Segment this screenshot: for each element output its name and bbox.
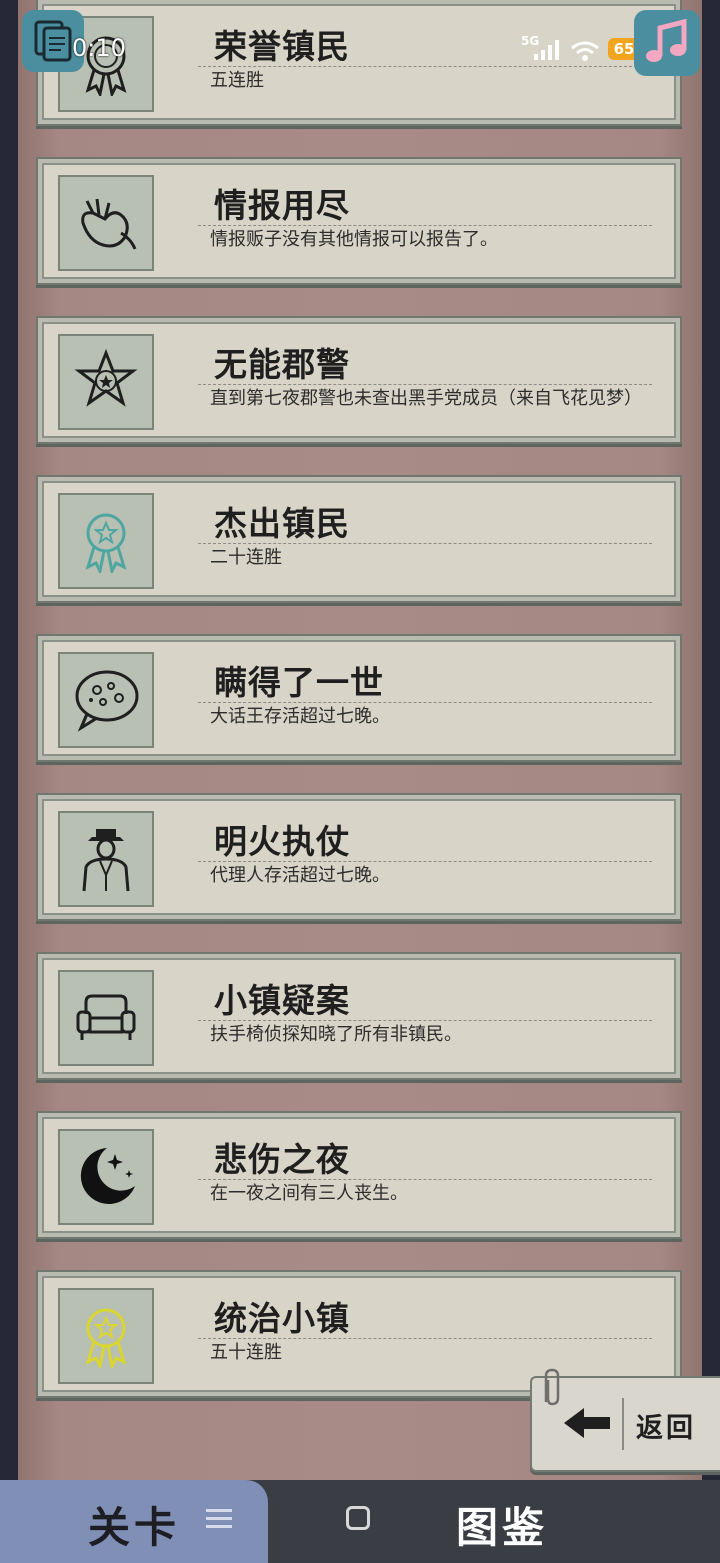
achievement-icon-box: [58, 811, 154, 907]
achievement-title: 荣誉镇民: [214, 27, 350, 66]
achievement-card[interactable]: 无能郡警 直到第七夜郡警也未查出黑手党成员（来自飞花见梦）: [36, 316, 682, 444]
achievement-desc: 代理人存活超过七晚。: [210, 865, 390, 886]
achievement-title: 明火执仗: [214, 822, 350, 861]
achievement-card[interactable]: 情报用尽 情报贩子没有其他情报可以报告了。: [36, 157, 682, 285]
achievement-icon-box: [58, 175, 154, 271]
achievement-desc: 直到第七夜郡警也未查出黑手党成员（来自飞花见梦）: [210, 388, 642, 409]
bottom-tab-bar: 关卡 图鉴: [0, 1480, 720, 1563]
divider: [198, 861, 652, 862]
paperclip-icon: [540, 1368, 564, 1408]
back-button[interactable]: 返回: [530, 1368, 720, 1472]
divider: [198, 543, 652, 544]
divider: [198, 1338, 652, 1339]
achievement-icon-box: [58, 493, 154, 589]
tab-levels[interactable]: 关卡: [0, 1480, 268, 1563]
achievement-icon-box: [58, 1288, 154, 1384]
achievement-title: 统治小镇: [214, 1299, 350, 1338]
divider: [198, 702, 652, 703]
achievement-card[interactable]: 荣誉镇民 五连胜: [36, 0, 682, 126]
menu-icon[interactable]: [206, 1506, 232, 1532]
arrow-left-icon: [562, 1406, 612, 1440]
wifi-icon: [570, 40, 600, 62]
achievement-card[interactable]: 瞒得了一世 大话王存活超过七晚。: [36, 634, 682, 762]
achievement-title: 瞒得了一世: [214, 663, 384, 702]
achievement-desc: 扶手椅侦探知晓了所有非镇民。: [210, 1024, 462, 1045]
achievement-icon-box: [58, 970, 154, 1066]
divider: [198, 1179, 652, 1180]
suited-agent-icon: [76, 825, 136, 893]
sheriff-star-icon: [73, 349, 139, 415]
achievement-desc: 情报贩子没有其他情报可以报告了。: [210, 229, 498, 250]
divider: [198, 1020, 652, 1021]
achievement-desc: 二十连胜: [210, 547, 282, 568]
back-divider: [622, 1398, 624, 1450]
divider: [198, 384, 652, 385]
achievement-desc: 大话王存活超过七晚。: [210, 706, 390, 727]
achievement-title: 无能郡警: [214, 345, 350, 384]
achievement-title: 悲伤之夜: [214, 1140, 350, 1179]
back-label: 返回: [636, 1413, 696, 1444]
achievement-icon-box: [58, 652, 154, 748]
hand-gesture-icon: [73, 193, 139, 253]
achievement-card[interactable]: 明火执仗 代理人存活超过七晚。: [36, 793, 682, 921]
divider: [198, 66, 652, 67]
achievement-desc: 五连胜: [210, 70, 264, 91]
speech-bubble-icon: [71, 668, 141, 732]
tab-levels-label: 关卡: [88, 1503, 181, 1552]
home-button-icon[interactable]: [346, 1506, 370, 1530]
achievement-icon-box: [58, 334, 154, 430]
achievement-desc: 在一夜之间有三人丧生。: [210, 1183, 408, 1204]
achievement-title: 杰出镇民: [214, 504, 350, 543]
achievement-title: 小镇疑案: [214, 981, 350, 1020]
music-button[interactable]: [634, 10, 700, 76]
achievement-title: 情报用尽: [214, 186, 350, 225]
teal-ribbon-medal-icon: [76, 509, 136, 573]
gold-ribbon-medal-icon: [76, 1304, 136, 1368]
achievement-icon-box: [58, 1129, 154, 1225]
tab-gallery[interactable]: 图鉴: [456, 1494, 548, 1555]
achievement-card[interactable]: 杰出镇民 二十连胜: [36, 475, 682, 603]
achievement-card[interactable]: 悲伤之夜 在一夜之间有三人丧生。: [36, 1111, 682, 1239]
divider: [198, 225, 652, 226]
music-note-icon: [634, 10, 700, 76]
signal-icon: [534, 40, 562, 60]
crescent-moon-icon: [71, 1142, 141, 1212]
achievement-desc: 五十连胜: [210, 1342, 282, 1363]
status-time: 0:10: [72, 34, 126, 62]
achievement-card[interactable]: 小镇疑案 扶手椅侦探知晓了所有非镇民。: [36, 952, 682, 1080]
armchair-icon: [74, 990, 138, 1046]
